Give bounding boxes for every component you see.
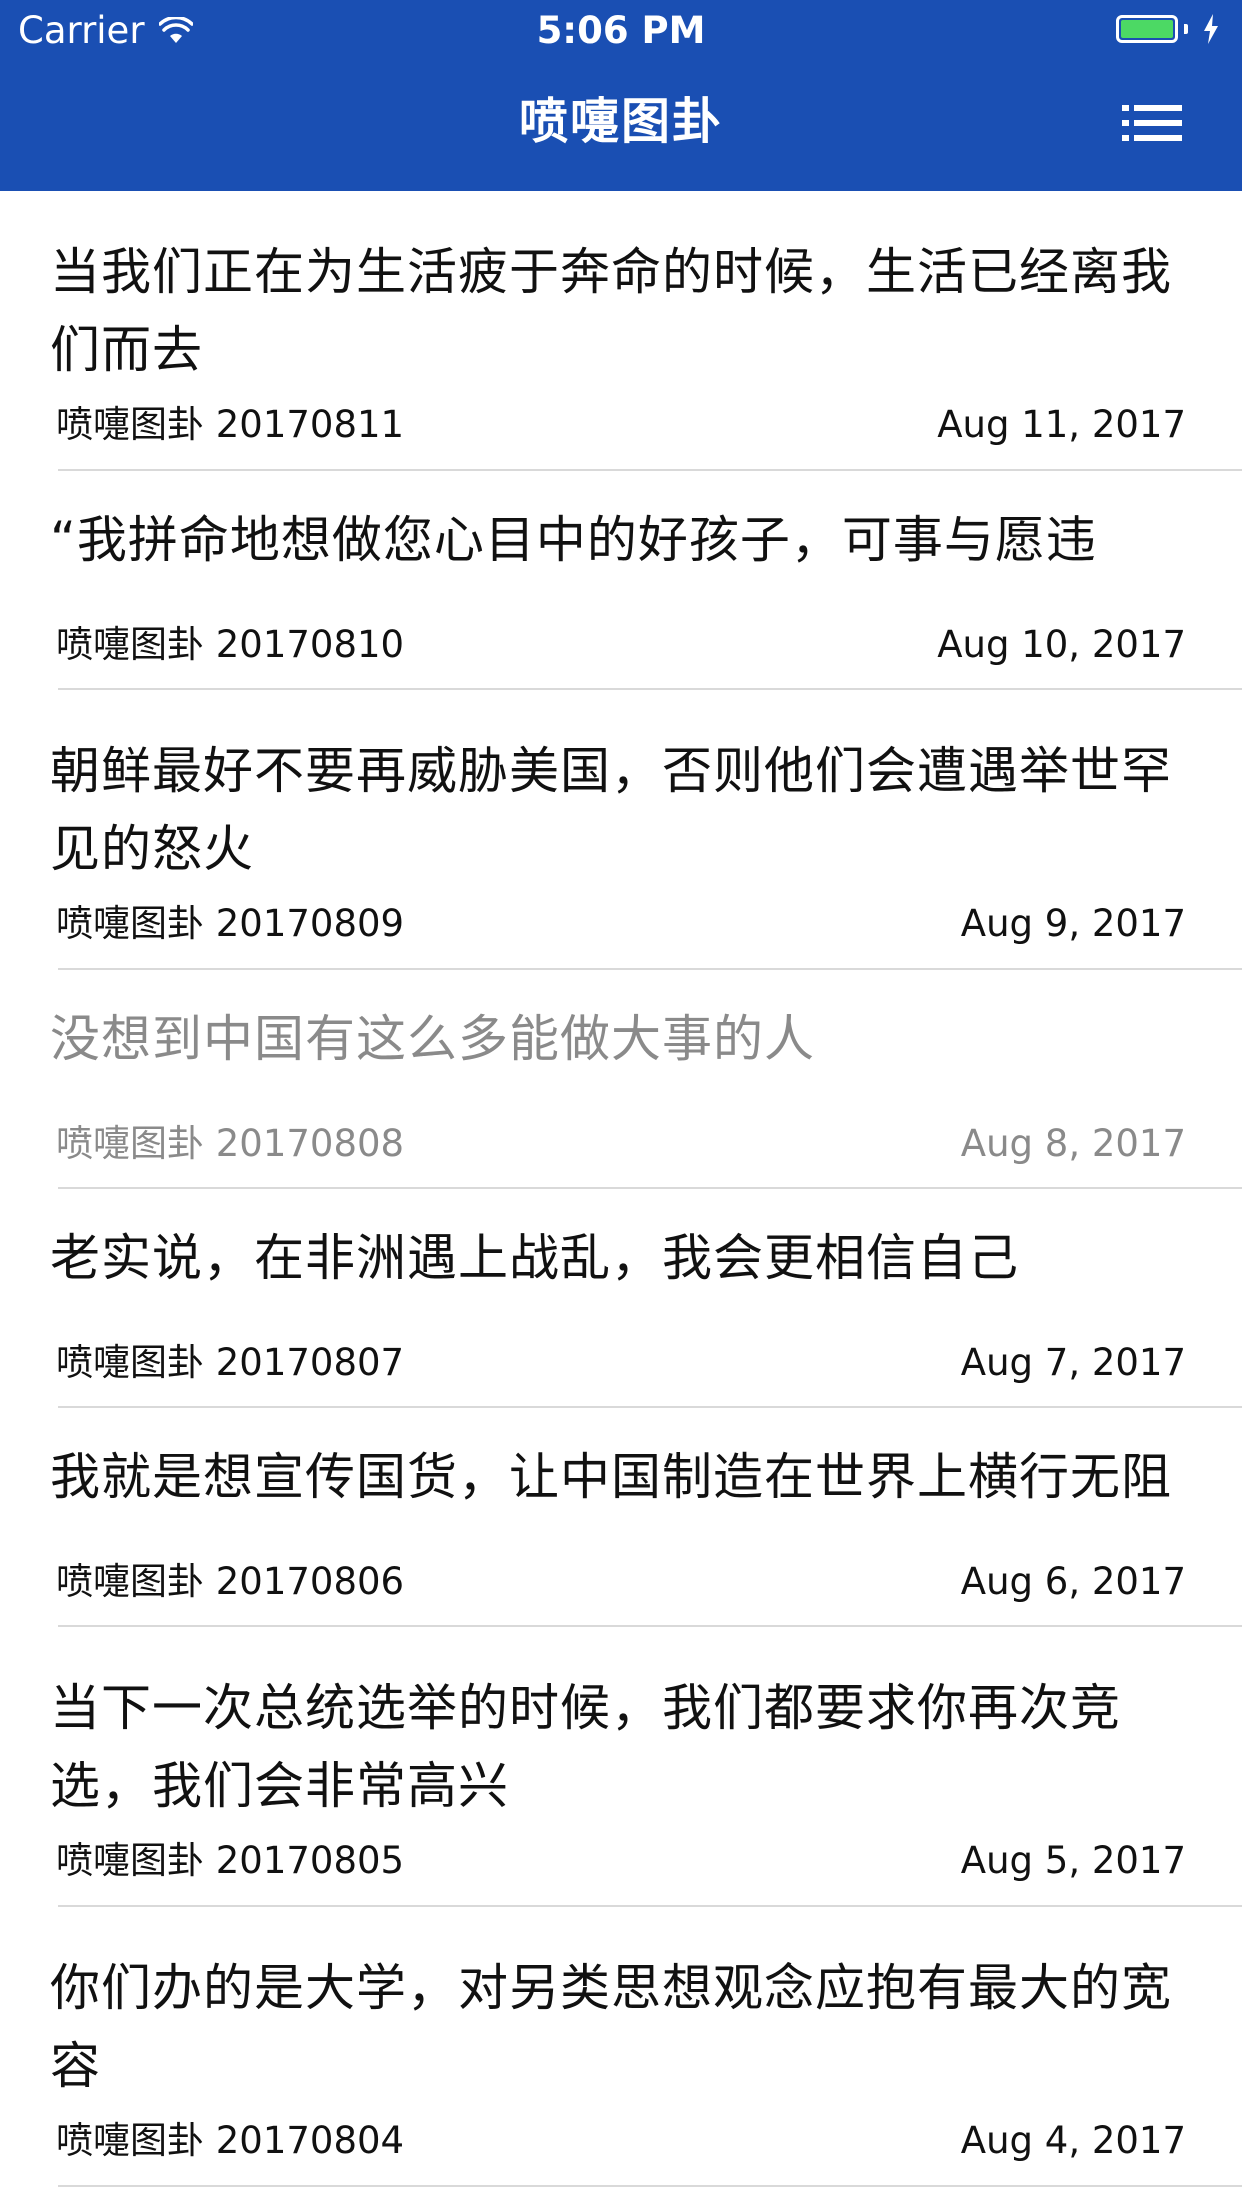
article-meta: 喷嚏图卦 20170806 Aug 6, 2017 (56, 1560, 1186, 1604)
article-date: Aug 7, 2017 (960, 1341, 1186, 1384)
bolt-icon (1204, 14, 1218, 44)
article-list-item[interactable]: 朝鲜最好不要再威胁美国，否则他们会遭遇举世罕见的怒火 喷嚏图卦 20170809… (0, 690, 1242, 970)
battery-indicator (1116, 14, 1220, 44)
article-list-item[interactable]: 当下一次总统选举的时候，我们都要求你再次竞选，我们会非常高兴 喷嚏图卦 2017… (0, 1627, 1242, 1907)
article-title: 当下一次总统选举的时候，我们都要求你再次竞选，我们会非常高兴 (50, 1679, 1121, 1815)
article-list-item[interactable]: 当我们正在为生活疲于奔命的时候，生活已经离我们而去 喷嚏图卦 20170811 … (0, 191, 1242, 471)
article-date: Aug 8, 2017 (960, 1122, 1186, 1165)
article-date: Aug 9, 2017 (960, 902, 1186, 945)
article-list-item[interactable]: 没想到中国有这么多能做大事的人 喷嚏图卦 20170808 Aug 8, 201… (0, 970, 1242, 1189)
article-source: 喷嚏图卦 20170807 (56, 1341, 405, 1384)
article-meta: 喷嚏图卦 20170805 Aug 5, 2017 (56, 1839, 1186, 1883)
article-list-item[interactable]: 你们办的是大学，对另类思想观念应抱有最大的宽容 喷嚏图卦 20170804 Au… (0, 1907, 1242, 2187)
battery-level-fill (1121, 20, 1173, 38)
article-date: Aug 6, 2017 (960, 1560, 1186, 1603)
article-title: 你们办的是大学，对另类思想观念应抱有最大的宽容 (50, 1959, 1172, 2095)
article-title: 当我们正在为生活疲于奔命的时候，生活已经离我们而去 (50, 243, 1172, 379)
status-bar: Carrier 5:06 PM (0, 0, 1242, 60)
article-source: 喷嚏图卦 20170808 (56, 1122, 405, 1165)
article-meta: 喷嚏图卦 20170811 Aug 11, 2017 (56, 403, 1186, 447)
article-meta: 喷嚏图卦 20170807 Aug 7, 2017 (56, 1341, 1186, 1385)
menu-list-icon[interactable] (1122, 101, 1182, 145)
article-date: Aug 4, 2017 (960, 2119, 1186, 2162)
status-time: 5:06 PM (536, 9, 706, 52)
article-source: 喷嚏图卦 20170804 (56, 2119, 405, 2162)
article-meta: 喷嚏图卦 20170810 Aug 10, 2017 (56, 623, 1186, 667)
article-source: 喷嚏图卦 20170809 (56, 902, 405, 945)
article-date: Aug 10, 2017 (937, 623, 1186, 666)
article-source: 喷嚏图卦 20170806 (56, 1560, 405, 1603)
article-date: Aug 11, 2017 (937, 403, 1186, 446)
article-title: 老实说，在非洲遇上战乱，我会更相信自己 (50, 1229, 1019, 1287)
article-list-item[interactable]: 老实说，在非洲遇上战乱，我会更相信自己 喷嚏图卦 20170807 Aug 7,… (0, 1189, 1242, 1408)
article-list-item[interactable]: 我就是想宣传国货，让中国制造在世界上横行无阻 喷嚏图卦 20170806 Aug… (0, 1408, 1242, 1627)
article-meta: 喷嚏图卦 20170808 Aug 8, 2017 (56, 1122, 1186, 1166)
article-source: 喷嚏图卦 20170810 (56, 623, 405, 666)
article-title: 朝鲜最好不要再威胁美国，否则他们会遭遇举世罕见的怒火 (50, 742, 1172, 878)
article-title: 我就是想宣传国货，让中国制造在世界上横行无阻 (50, 1448, 1172, 1506)
navigation-header: Carrier 5:06 PM 喷嚏图卦 (0, 0, 1242, 191)
article-meta: 喷嚏图卦 20170804 Aug 4, 2017 (56, 2119, 1186, 2163)
article-list: 当我们正在为生活疲于奔命的时候，生活已经离我们而去 喷嚏图卦 20170811 … (0, 191, 1242, 2187)
article-meta: 喷嚏图卦 20170809 Aug 9, 2017 (56, 902, 1186, 946)
page-title: 喷嚏图卦 (518, 93, 723, 150)
article-list-item[interactable]: “我拼命地想做您心目中的好孩子，可事与愿违 喷嚏图卦 20170810 Aug … (0, 471, 1242, 690)
article-title: “我拼命地想做您心目中的好孩子，可事与愿违 (50, 511, 1097, 569)
article-source: 喷嚏图卦 20170805 (56, 1839, 405, 1882)
battery-icon (1116, 15, 1178, 43)
article-date: Aug 5, 2017 (960, 1839, 1186, 1882)
article-source: 喷嚏图卦 20170811 (56, 403, 405, 446)
battery-tip (1184, 24, 1188, 34)
article-title: 没想到中国有这么多能做大事的人 (50, 1010, 815, 1068)
